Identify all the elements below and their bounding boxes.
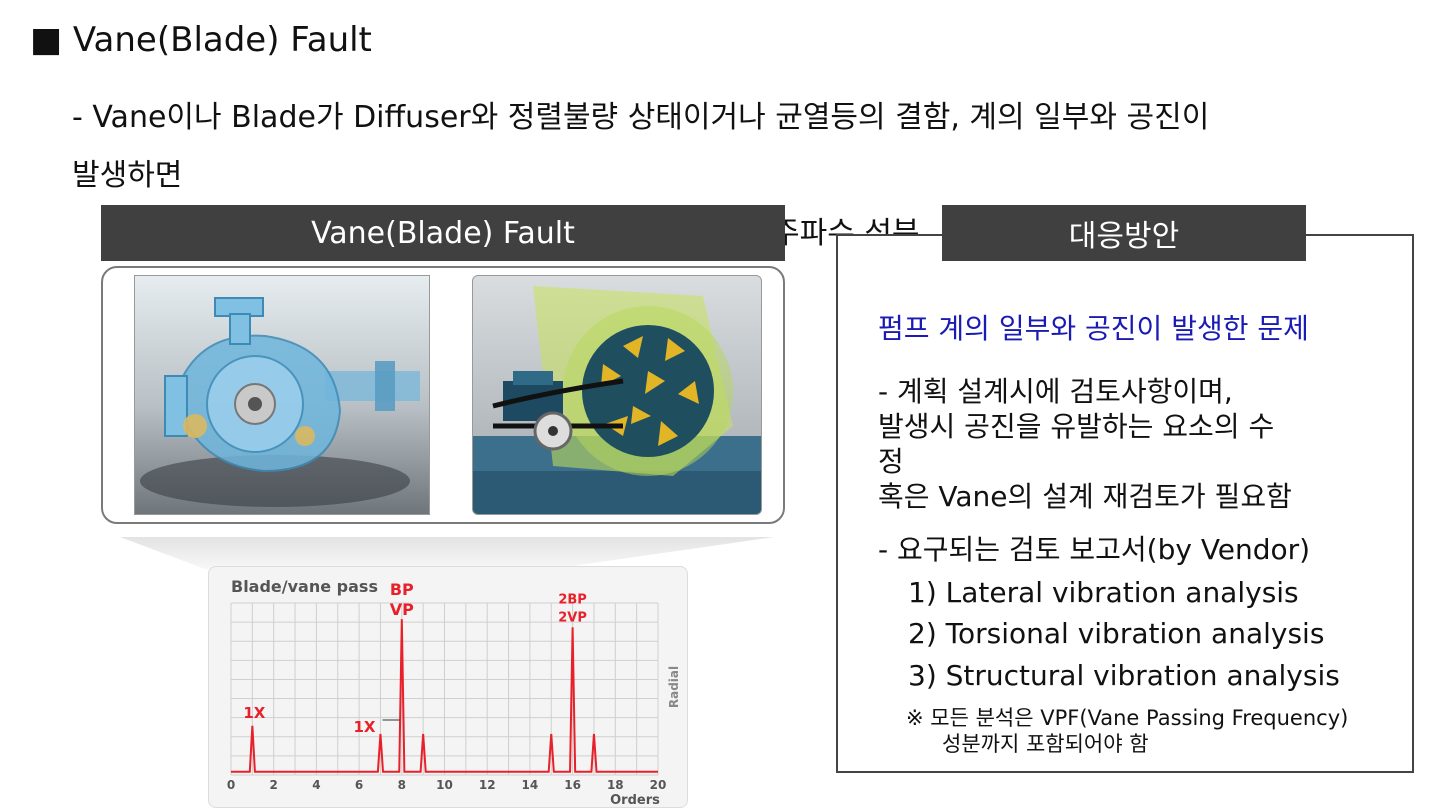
- slide-title: ■ Vane(Blade) Fault: [30, 20, 372, 60]
- report-item-2: 2) Torsional vibration analysis: [908, 617, 1325, 650]
- fault-panel-header: Vane(Blade) Fault: [101, 205, 785, 261]
- x-axis-label: Orders: [610, 793, 660, 807]
- response-line-1: - 계획 설계시에 검토사항이며,: [878, 375, 1233, 408]
- chart-title: Blade/vane pass: [231, 577, 378, 596]
- spectrum-chart-panel: Blade/vane pass 0 2 4 6 8 10 12 14 16 18 20 1X 1X BP…: [208, 566, 688, 808]
- peak-annotation: 1X: [243, 704, 265, 722]
- report-heading: - 요구되는 검토 보고서(by Vendor): [878, 533, 1311, 566]
- x-tick-label: 16: [564, 778, 581, 792]
- spectrum-chart: Blade/vane pass 0 2 4 6 8 10 12 14 16 18 20 1X 1X BP…: [227, 577, 681, 808]
- peak-annotation: BP: [390, 580, 414, 599]
- response-line-2: 발생시 공진을 유발하는 요소의 수: [878, 410, 1275, 443]
- x-tick-label: 18: [607, 778, 624, 792]
- x-tick-label: 14: [522, 778, 539, 792]
- report-item-3: 3) Structural vibration analysis: [908, 659, 1340, 692]
- pump-illustration: [134, 275, 430, 515]
- peak-annotation: 2BP: [558, 592, 586, 607]
- problem-statement: 펌프 계의 일부와 공진이 발생한 문제: [878, 312, 1309, 345]
- report-item-1: 1) Lateral vibration analysis: [908, 576, 1299, 609]
- peak-annotation: 2VP: [558, 610, 587, 625]
- response-panel-header: 대응방안: [942, 205, 1306, 261]
- x-tick-label: 4: [312, 778, 320, 792]
- connector-wedge: [120, 537, 774, 569]
- x-tick-label: 8: [398, 778, 406, 792]
- x-tick-label: 20: [650, 778, 667, 792]
- response-line-3: 정: [878, 445, 904, 478]
- peak-annotation: 1X: [353, 718, 375, 736]
- x-tick-label: 0: [227, 778, 235, 792]
- x-tick-label: 12: [479, 778, 496, 792]
- x-tick-label: 6: [355, 778, 363, 792]
- fan-illustration: [472, 275, 762, 515]
- x-tick-label: 2: [270, 778, 278, 792]
- bullet-text-line1: - Vane이나 Blade가 Diffuser와 정렬불량 상태이거나 균열등…: [72, 100, 1210, 135]
- x-tick-label: 10: [436, 778, 453, 792]
- response-line-4: 혹은 Vane의 설계 재검토가 필요함: [878, 480, 1292, 513]
- note-line-2: 성분까지 포함되어야 함: [942, 732, 1149, 756]
- bullet-text-line2: 발생하면: [72, 158, 183, 193]
- y-axis-label: Radial: [667, 666, 681, 708]
- peak-annotation: VP: [390, 600, 414, 619]
